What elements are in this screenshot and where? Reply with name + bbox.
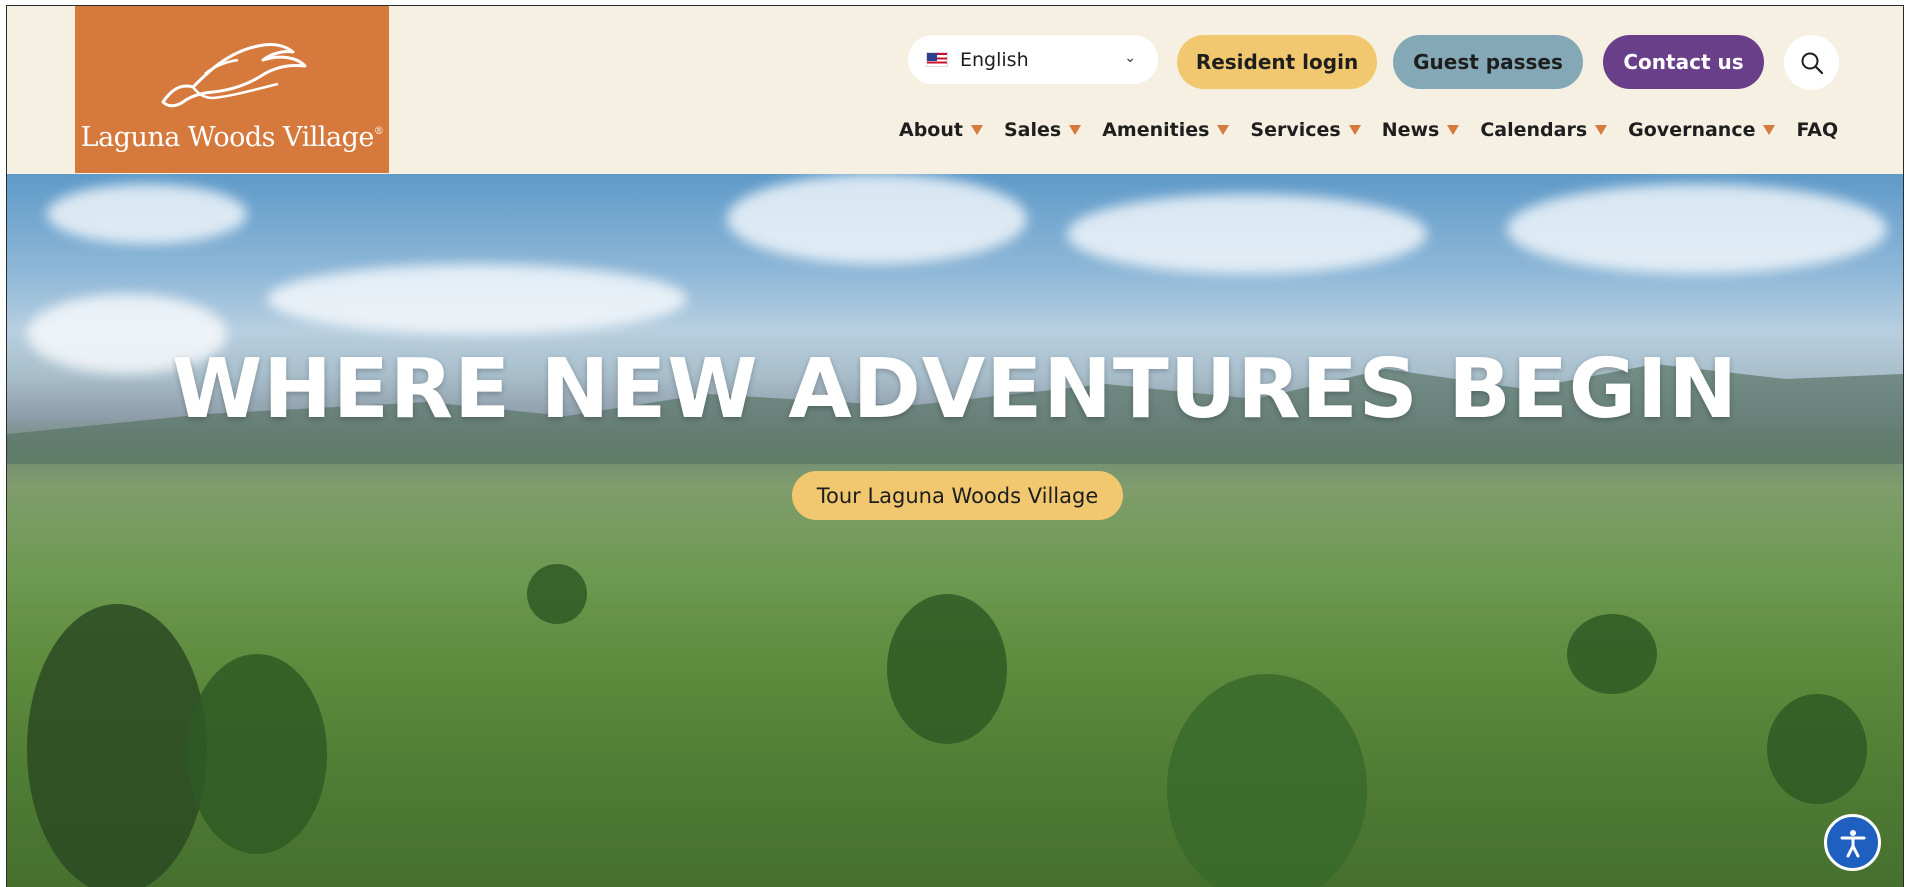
- nav-item-amenities[interactable]: Amenities: [1102, 119, 1230, 141]
- language-selector[interactable]: English ⌄: [908, 35, 1158, 84]
- page-frame: Laguna Woods Village® English ⌄ Resident…: [6, 5, 1904, 887]
- nav-item-calendars[interactable]: Calendars: [1480, 119, 1608, 141]
- guest-passes-button[interactable]: Guest passes: [1393, 35, 1583, 89]
- caret-down-icon: [1217, 125, 1230, 135]
- accessibility-button[interactable]: [1824, 814, 1881, 871]
- site-logo[interactable]: Laguna Woods Village®: [75, 6, 389, 173]
- tour-button[interactable]: Tour Laguna Woods Village: [792, 471, 1123, 520]
- caret-down-icon: [1348, 125, 1361, 135]
- bird-logo-icon: [161, 42, 307, 108]
- nav-item-about[interactable]: About: [899, 119, 983, 141]
- caret-down-icon: [970, 125, 983, 135]
- caret-down-icon: [1447, 125, 1460, 135]
- main-nav: About Sales Amenities Services News Cale…: [899, 110, 1838, 150]
- language-label: English: [960, 48, 1029, 71]
- hero-section: WHERE NEW ADVENTURES BEGIN Tour Laguna W…: [7, 174, 1903, 887]
- contact-us-button[interactable]: Contact us: [1603, 35, 1764, 89]
- nav-item-faq[interactable]: FAQ: [1796, 119, 1838, 141]
- nav-item-services[interactable]: Services: [1250, 119, 1361, 141]
- caret-down-icon: [1763, 125, 1776, 135]
- us-flag-icon: [926, 52, 948, 67]
- resident-login-button[interactable]: Resident login: [1177, 35, 1377, 89]
- nav-item-news[interactable]: News: [1382, 119, 1460, 141]
- chevron-down-icon: ⌄: [1124, 50, 1136, 66]
- nav-item-sales[interactable]: Sales: [1004, 119, 1082, 141]
- caret-down-icon: [1069, 125, 1082, 135]
- search-icon: [1801, 52, 1823, 74]
- caret-down-icon: [1595, 125, 1608, 135]
- search-button[interactable]: [1784, 35, 1839, 90]
- accessibility-icon: [1840, 829, 1865, 857]
- hero-title: WHERE NEW ADVENTURES BEGIN: [171, 342, 1739, 437]
- logo-text: Laguna Woods Village®: [80, 122, 384, 153]
- site-header: Laguna Woods Village® English ⌄ Resident…: [7, 6, 1903, 174]
- nav-item-governance[interactable]: Governance: [1628, 119, 1776, 141]
